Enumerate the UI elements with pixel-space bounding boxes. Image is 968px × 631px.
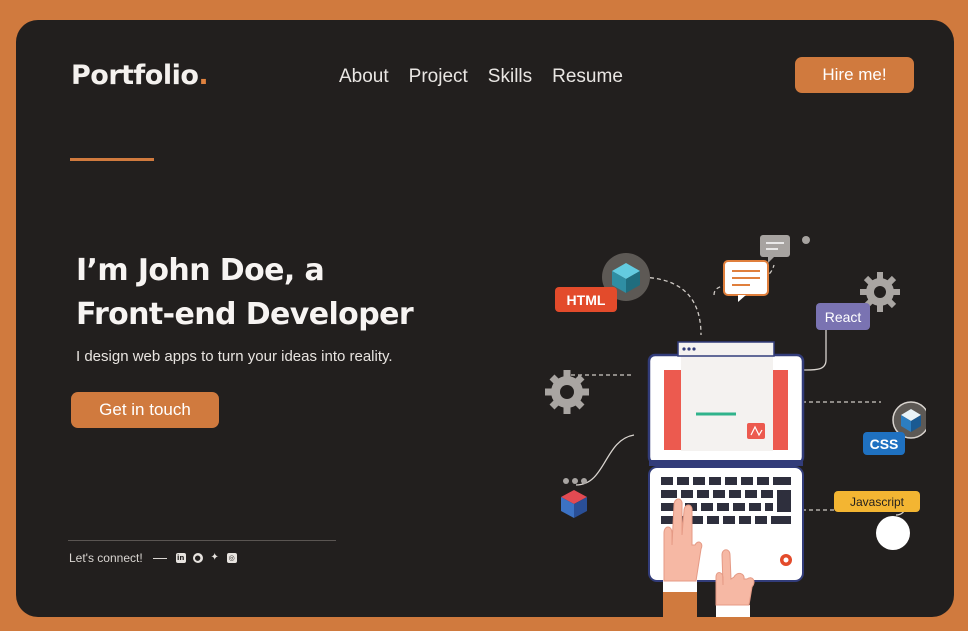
nav-link-project[interactable]: Project bbox=[409, 66, 468, 88]
css-tag-label: CSS bbox=[870, 436, 899, 452]
html-tag: HTML bbox=[555, 287, 617, 312]
portfolio-panel: Portfolio. About Project Skills Resume H… bbox=[16, 20, 954, 617]
message-icon bbox=[760, 235, 810, 263]
logo-text: Portfolio bbox=[71, 60, 199, 91]
footer-divider bbox=[68, 540, 336, 541]
nav-link-resume[interactable]: Resume bbox=[552, 66, 623, 88]
react-tag-label: React bbox=[825, 309, 862, 325]
laptop-screen bbox=[647, 341, 805, 466]
hire-me-button[interactable]: Hire me! bbox=[795, 57, 914, 93]
hero-tagline: I design web apps to turn your ideas int… bbox=[76, 348, 393, 365]
linkedin-icon[interactable]: in bbox=[175, 553, 186, 563]
github-icon[interactable]: ● bbox=[192, 553, 203, 563]
accent-divider bbox=[70, 158, 154, 161]
nav-link-about[interactable]: About bbox=[339, 66, 389, 88]
react-tag: React bbox=[816, 303, 870, 330]
html-tag-label: HTML bbox=[567, 292, 606, 308]
social-connect: Let's connect! in ● ✦ ◎ bbox=[69, 551, 237, 565]
headline-line-1: I’m John Doe, a bbox=[76, 253, 325, 288]
developer-illustration: HTML React CSS Javascript bbox=[545, 235, 926, 617]
twitter-icon[interactable]: ✦ bbox=[210, 553, 220, 563]
css-tag: CSS bbox=[863, 432, 905, 455]
connect-dash bbox=[152, 557, 167, 559]
logo[interactable]: Portfolio. bbox=[71, 60, 209, 91]
chat-bubble-icon bbox=[723, 260, 769, 302]
get-in-touch-button[interactable]: Get in touch bbox=[71, 392, 219, 428]
gear-icon bbox=[545, 370, 589, 414]
nav-link-skills[interactable]: Skills bbox=[488, 66, 532, 88]
headline-line-2: Front-end Developer bbox=[76, 297, 414, 332]
javascript-tag: Javascript bbox=[834, 491, 920, 550]
logo-dot: . bbox=[198, 60, 209, 91]
instagram-icon[interactable]: ◎ bbox=[226, 553, 237, 563]
connect-label: Let's connect! bbox=[69, 551, 143, 565]
main-nav: About Project Skills Resume bbox=[339, 66, 623, 88]
hero-headline: I’m John Doe, a Front-end Developer bbox=[76, 249, 476, 337]
javascript-tag-label: Javascript bbox=[850, 495, 905, 509]
